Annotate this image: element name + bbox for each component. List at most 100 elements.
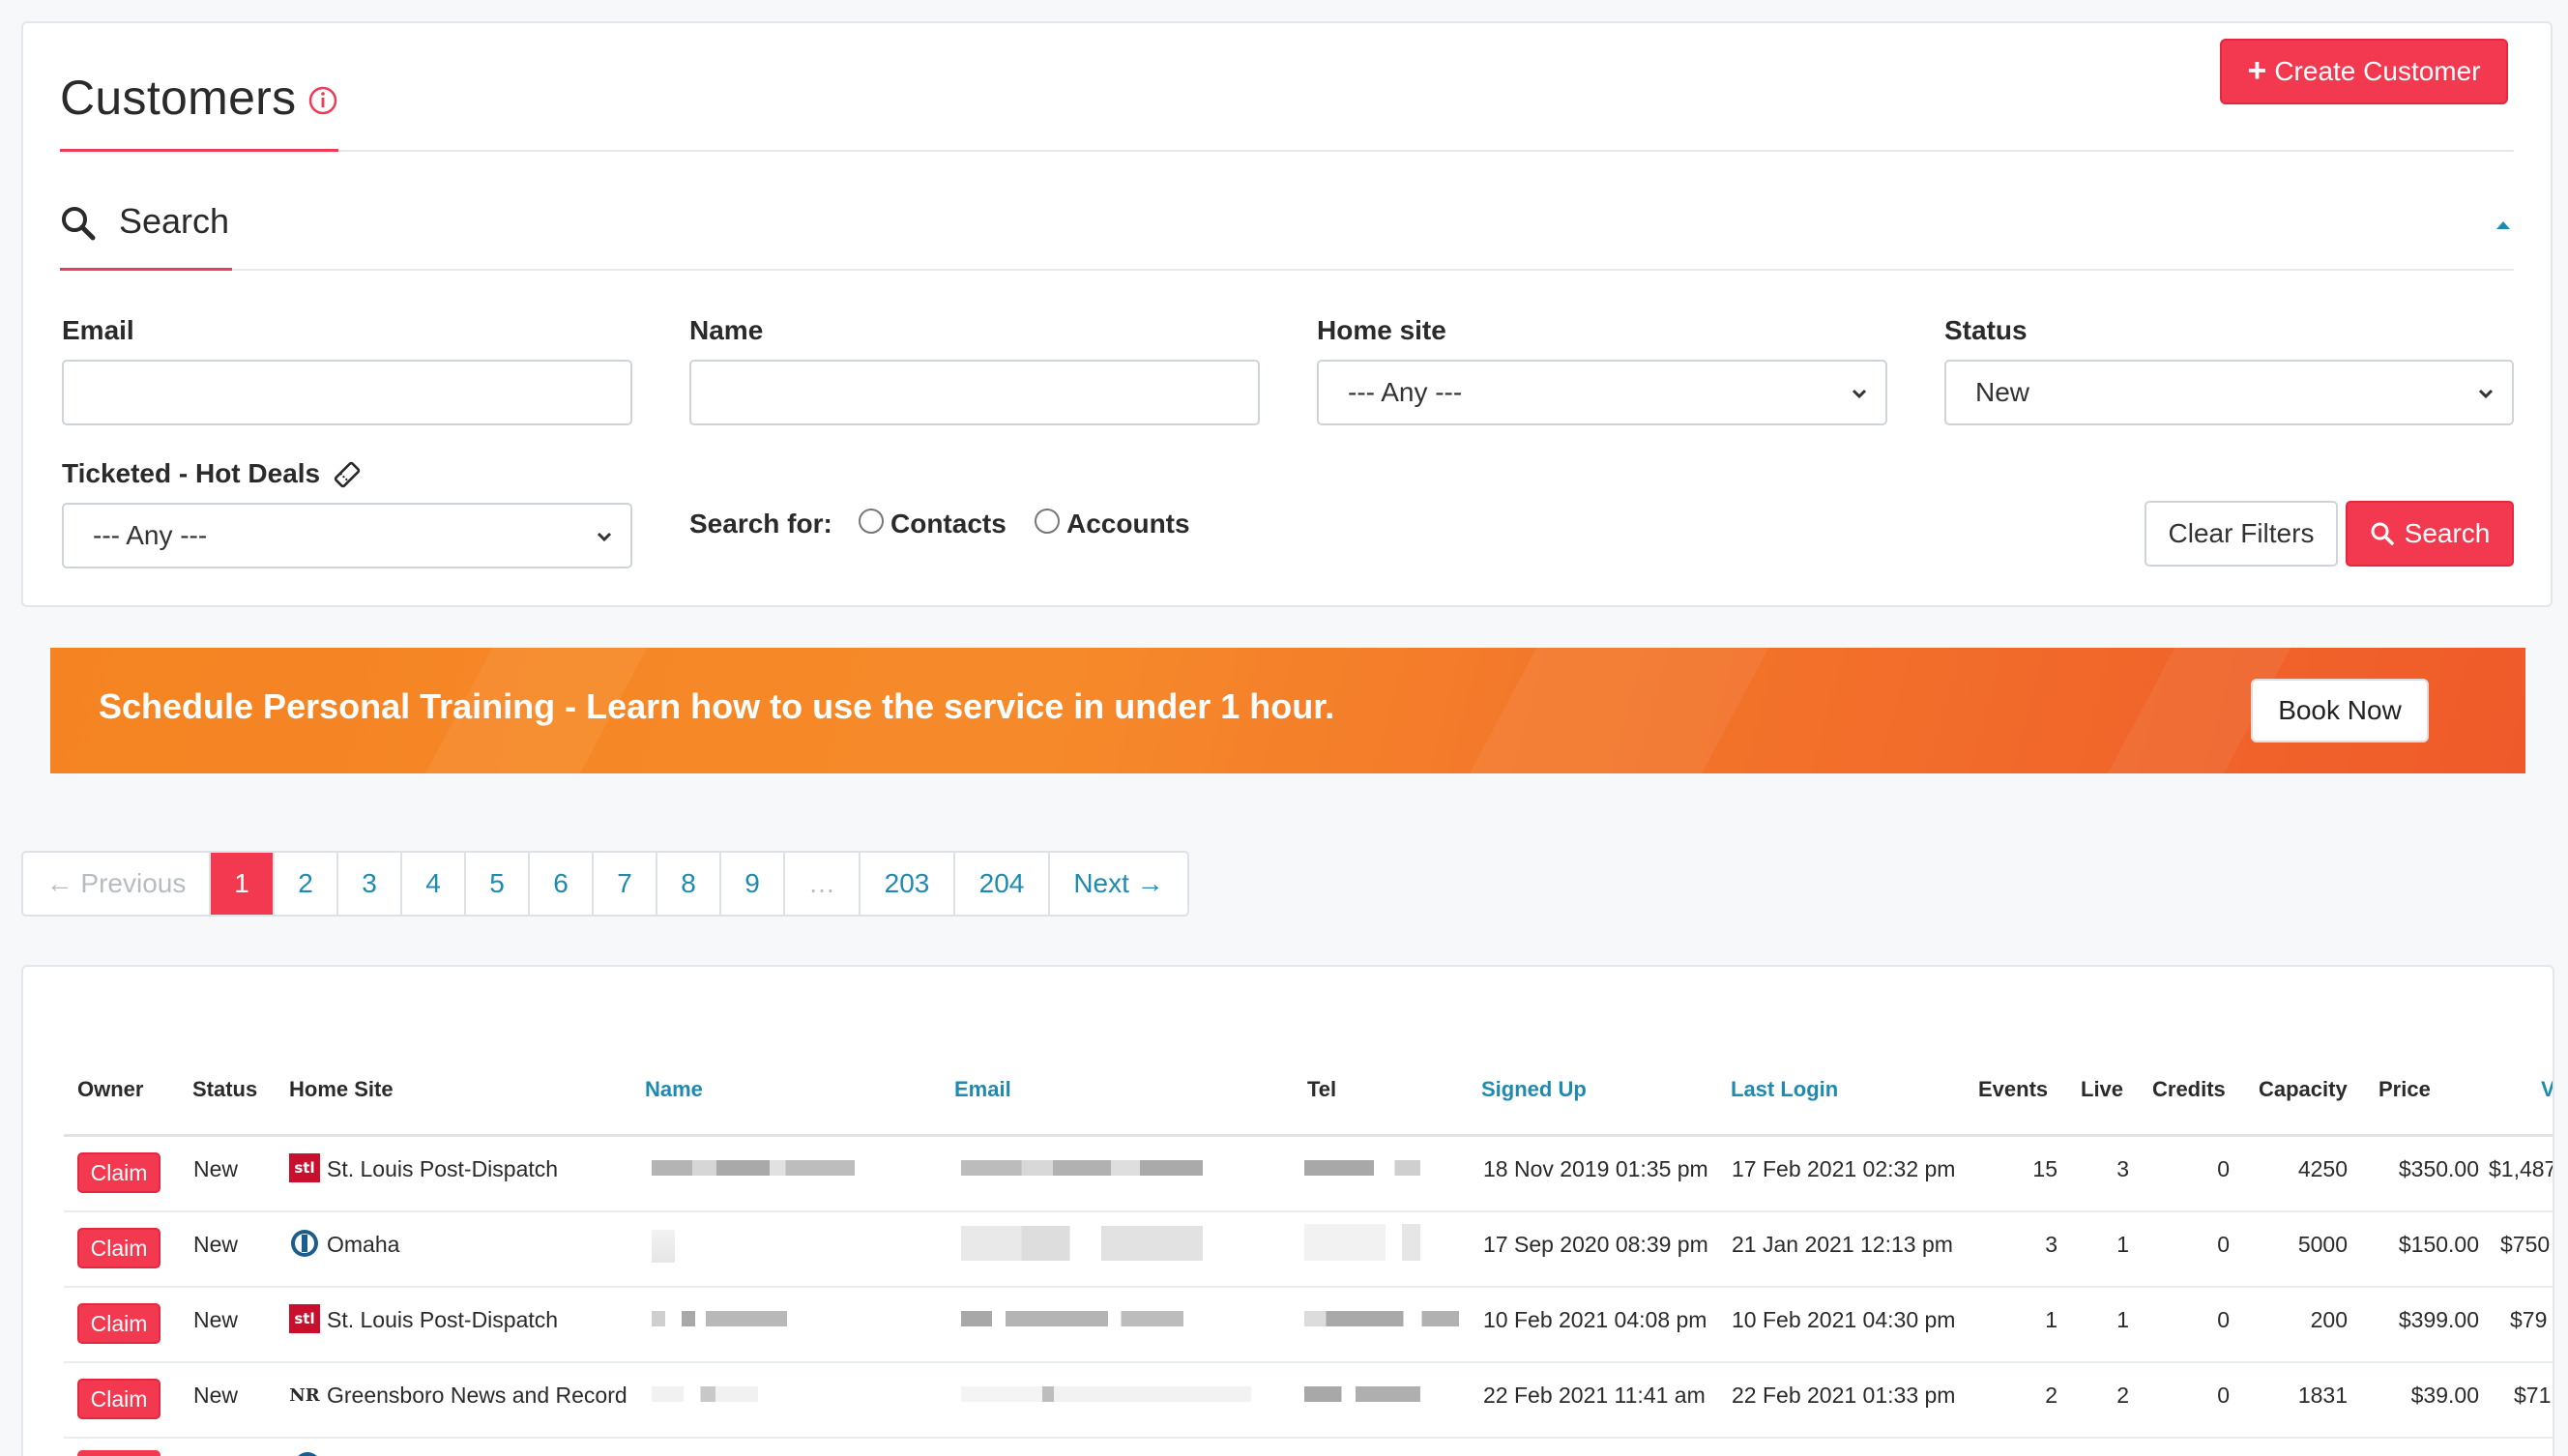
- search-button-label: Search: [2404, 518, 2491, 548]
- row-divider: [64, 1286, 2553, 1288]
- ticketed-label-text: Ticketed - Hot Deals: [62, 458, 321, 488]
- row-events: 2: [2045, 1383, 2057, 1408]
- info-circle-icon[interactable]: [307, 85, 338, 116]
- row-signed-up: 18 Nov 2019 01:35 pm: [1483, 1156, 1708, 1181]
- redacted-name: [652, 1311, 787, 1326]
- row-divider: [64, 1361, 2553, 1363]
- book-now-button[interactable]: Book Now: [2251, 679, 2429, 743]
- st-louis-logo-icon: stl: [289, 1304, 320, 1333]
- pagination-page-1[interactable]: 1: [211, 853, 275, 915]
- row-price: $399.00: [2398, 1307, 2479, 1332]
- caret-up-icon[interactable]: [2495, 218, 2512, 230]
- name-label: Name: [689, 315, 764, 345]
- row-home-site: Greensboro News and Record: [327, 1383, 627, 1408]
- search-underline: [60, 268, 232, 271]
- accounts-radio[interactable]: [1035, 509, 1060, 534]
- contacts-radio-label[interactable]: Contacts: [890, 509, 1007, 539]
- pagination-ellipsis: …: [785, 853, 861, 915]
- row-home-site: St. Louis Post-Dispatch: [327, 1307, 559, 1332]
- redacted-tel: [1304, 1224, 1420, 1261]
- banner-text: Schedule Personal Training - Learn how t…: [99, 686, 1335, 726]
- svg-text:NR: NR: [289, 1385, 320, 1406]
- search-divider: [232, 269, 2514, 271]
- column-header-value[interactable]: V: [2541, 1077, 2553, 1102]
- row-status: New: [193, 1156, 239, 1181]
- column-header-owner: Owner: [77, 1077, 144, 1101]
- row-credits: 0: [2217, 1307, 2230, 1332]
- svg-text:stl: stl: [294, 1159, 314, 1177]
- status-select[interactable]: New: [1944, 360, 2514, 425]
- pagination: ← Previous 1 2 3 4 5 6 7 8 9 … 203 204 N…: [21, 851, 1189, 917]
- claim-button[interactable]: Claim: [77, 1379, 160, 1419]
- email-input[interactable]: [62, 360, 632, 425]
- magnifier-icon: [62, 207, 96, 241]
- status-value: New: [1975, 377, 2030, 407]
- column-header-last-login[interactable]: Last Login: [1731, 1077, 1838, 1102]
- clear-filters-button[interactable]: Clear Filters: [2145, 501, 2338, 567]
- row-capacity: 1831: [2297, 1383, 2348, 1408]
- search-section-title: Search: [119, 201, 230, 241]
- pagination-page-4[interactable]: 4: [402, 853, 466, 915]
- search-button[interactable]: Search: [2346, 501, 2514, 567]
- pagination-page-5[interactable]: 5: [466, 853, 530, 915]
- column-header-status: Status: [192, 1077, 258, 1101]
- row-home-site: Omaha: [327, 1232, 400, 1257]
- claim-button[interactable]: Claim: [77, 1152, 160, 1193]
- pagination-page-7[interactable]: 7: [594, 853, 657, 915]
- pagination-next[interactable]: Next →: [1050, 853, 1187, 915]
- claim-button[interactable]: [77, 1450, 160, 1456]
- column-header-email[interactable]: Email: [954, 1077, 1011, 1102]
- redacted-name: [652, 1230, 675, 1263]
- row-events: 3: [2045, 1232, 2057, 1257]
- create-customer-button[interactable]: + Create Customer: [2220, 39, 2508, 104]
- row-value: $71: [2514, 1383, 2552, 1408]
- redacted-tel: [1304, 1386, 1420, 1402]
- redacted-name: [652, 1386, 758, 1402]
- training-banner: Schedule Personal Training - Learn how t…: [50, 648, 2525, 773]
- pagination-previous[interactable]: ← Previous: [23, 853, 211, 915]
- title-underline: [60, 149, 338, 152]
- row-last-login: 17 Feb 2021 02:32 pm: [1732, 1156, 1956, 1181]
- pagination-page-3[interactable]: 3: [338, 853, 402, 915]
- st-louis-logo-icon: stl: [289, 1153, 320, 1182]
- column-header-name[interactable]: Name: [645, 1077, 703, 1102]
- ticketed-select[interactable]: --- Any ---: [62, 503, 632, 568]
- row-capacity: 200: [2310, 1307, 2348, 1332]
- column-header-capacity: Capacity: [2259, 1077, 2348, 1101]
- row-last-login: 10 Feb 2021 04:30 pm: [1732, 1307, 1956, 1332]
- row-value: $1,487: [2489, 1156, 2554, 1181]
- row-live: 3: [2116, 1156, 2129, 1181]
- pagination-page-203[interactable]: 203: [861, 853, 955, 915]
- omaha-logo-icon: [291, 1230, 318, 1257]
- row-status: New: [193, 1383, 239, 1408]
- contacts-radio[interactable]: [859, 509, 884, 534]
- name-input[interactable]: [689, 360, 1260, 425]
- home-site-select[interactable]: --- Any ---: [1317, 360, 1887, 425]
- row-price: $350.00: [2398, 1156, 2479, 1181]
- claim-button[interactable]: Claim: [77, 1303, 160, 1344]
- pagination-page-2[interactable]: 2: [275, 853, 338, 915]
- row-credits: 0: [2217, 1156, 2230, 1181]
- redacted-tel: [1304, 1311, 1459, 1326]
- ticketed-label: Ticketed - Hot Deals: [62, 458, 320, 489]
- claim-button[interactable]: Claim: [77, 1228, 160, 1268]
- status-label: Status: [1944, 315, 2028, 345]
- column-header-signed-up[interactable]: Signed Up: [1481, 1077, 1587, 1102]
- row-capacity: 4250: [2297, 1156, 2348, 1181]
- customers-table-card: Owner Status Home Site Name Email Tel Si…: [21, 965, 2554, 1456]
- accounts-radio-label[interactable]: Accounts: [1066, 509, 1190, 539]
- search-for-label: Search for:: [689, 509, 832, 539]
- pagination-page-8[interactable]: 8: [657, 853, 721, 915]
- ticket-icon: [334, 461, 361, 488]
- redacted-email: [961, 1311, 1183, 1326]
- pagination-page-9[interactable]: 9: [721, 853, 785, 915]
- redacted-tel: [1304, 1160, 1420, 1176]
- column-header-tel: Tel: [1307, 1077, 1337, 1101]
- column-header-live: Live: [2081, 1077, 2124, 1101]
- pagination-page-6[interactable]: 6: [530, 853, 594, 915]
- column-header-events: Events: [1978, 1077, 2049, 1101]
- ticketed-value: --- Any ---: [93, 520, 208, 550]
- page-title: Customers: [60, 71, 297, 125]
- email-label: Email: [62, 315, 134, 345]
- pagination-page-204[interactable]: 204: [955, 853, 1050, 915]
